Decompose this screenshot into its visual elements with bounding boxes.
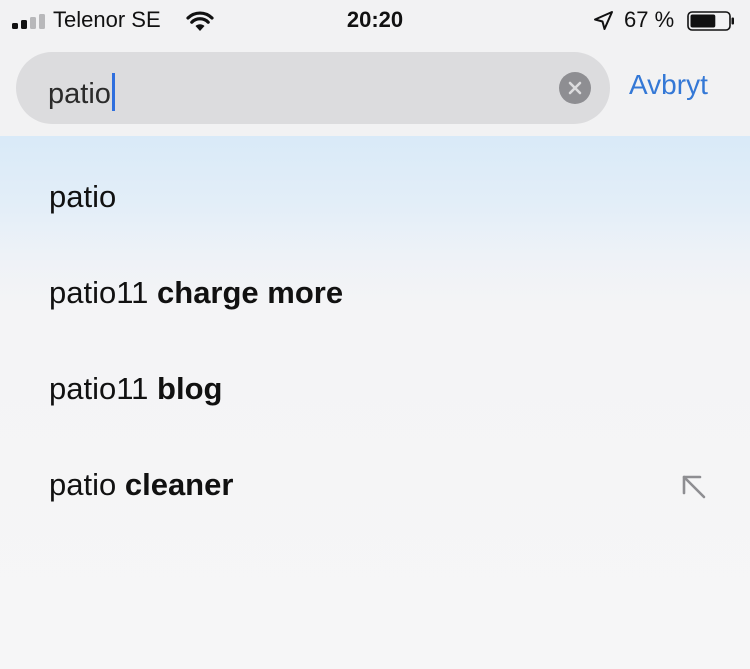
- location-arrow-icon: [594, 11, 613, 30]
- suggestion-label: patio11 blog: [49, 371, 222, 407]
- suggestion-label: patio: [49, 179, 116, 215]
- suggestion-completion: blog: [148, 371, 223, 406]
- search-header: patio Avbryt: [0, 40, 750, 136]
- suggestion-prefix: patio: [49, 179, 117, 214]
- suggestion-list: patio patio11 charge more patio11 blog p…: [0, 136, 750, 669]
- cancel-button[interactable]: Avbryt: [629, 68, 708, 102]
- search-field[interactable]: patio: [16, 52, 610, 124]
- search-input[interactable]: patio: [48, 73, 115, 111]
- text-caret: [111, 73, 115, 111]
- suggestion-prefix: patio11: [49, 275, 149, 310]
- arrow-up-left-icon[interactable]: [680, 473, 708, 501]
- suggestion-prefix: patio11: [49, 371, 149, 406]
- suggestion-item[interactable]: patio11 blog: [0, 345, 750, 441]
- suggestion-completion: cleaner: [116, 467, 234, 502]
- suggestion-label: patio cleaner: [49, 467, 233, 503]
- suggestion-item[interactable]: patio cleaner: [0, 441, 750, 537]
- battery-percentage: 67 %: [624, 7, 675, 32]
- suggestion-label: patio11 charge more: [49, 275, 343, 311]
- suggestion-item[interactable]: patio11 charge more: [0, 249, 750, 345]
- search-query-text: patio: [48, 78, 111, 110]
- battery-icon: [687, 11, 734, 31]
- clear-search-button[interactable]: [559, 72, 591, 104]
- status-bar: Telenor SE 20:20 67 %: [0, 0, 750, 40]
- suggestion-prefix: patio: [49, 467, 117, 502]
- suggestion-completion: charge more: [148, 275, 344, 310]
- clear-icon: [568, 81, 582, 95]
- suggestion-item[interactable]: patio: [0, 153, 750, 249]
